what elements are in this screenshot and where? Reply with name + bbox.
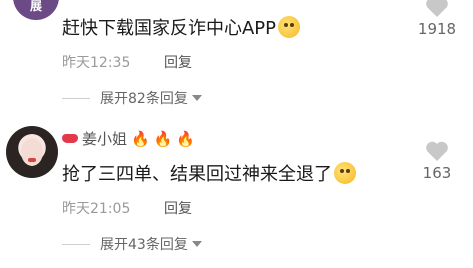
comment-text: 抢了三四单、结果回过神来全退了 bbox=[62, 160, 356, 186]
like-button[interactable]: 1918 bbox=[415, 0, 459, 38]
username: 姜小姐 bbox=[82, 130, 128, 148]
reply-button[interactable]: 回复 bbox=[164, 198, 192, 218]
expand-replies-label: 展开43条回复 bbox=[100, 237, 188, 253]
like-count: 163 bbox=[422, 164, 452, 182]
divider bbox=[62, 97, 90, 99]
divider bbox=[62, 243, 90, 245]
fire-icon: 🔥 bbox=[176, 129, 196, 148]
comment-time: 昨天12:35 bbox=[62, 55, 131, 71]
username-row[interactable]: 姜小姐 🔥 🔥 🔥 bbox=[62, 128, 195, 149]
avatar[interactable] bbox=[6, 126, 58, 178]
comment-body: 抢了三四单、结果回过神来全退了 bbox=[62, 164, 332, 185]
lips-icon bbox=[62, 134, 78, 143]
avatar-lips bbox=[28, 158, 36, 162]
avatar[interactable]: 展 bbox=[13, 0, 59, 20]
avatar-text: 展 bbox=[29, 0, 42, 13]
heart-icon bbox=[426, 141, 448, 161]
like-count: 1918 bbox=[417, 20, 457, 38]
expand-replies-button[interactable]: 展开82条回复 bbox=[62, 88, 202, 108]
pleading-face-emoji-icon bbox=[278, 16, 301, 38]
reply-button[interactable]: 回复 bbox=[164, 52, 192, 72]
chevron-down-icon bbox=[191, 95, 202, 101]
fire-icon: 🔥 bbox=[131, 129, 150, 148]
laughing-tears-emoji-icon bbox=[334, 162, 356, 184]
fire-icon: 🔥 bbox=[153, 129, 173, 148]
chevron-down-icon bbox=[191, 241, 202, 247]
expand-replies-label: 展开82条回复 bbox=[100, 91, 188, 107]
comment-body: 赶快下载国家反诈中心APP bbox=[62, 18, 277, 39]
heart-icon bbox=[426, 0, 448, 17]
comment-time: 昨天21:05 bbox=[62, 201, 131, 217]
expand-replies-button[interactable]: 展开43条回复 bbox=[62, 234, 202, 254]
like-button[interactable]: 163 bbox=[415, 140, 459, 182]
comment-text: 赶快下载国家反诈中心APP bbox=[62, 14, 301, 40]
